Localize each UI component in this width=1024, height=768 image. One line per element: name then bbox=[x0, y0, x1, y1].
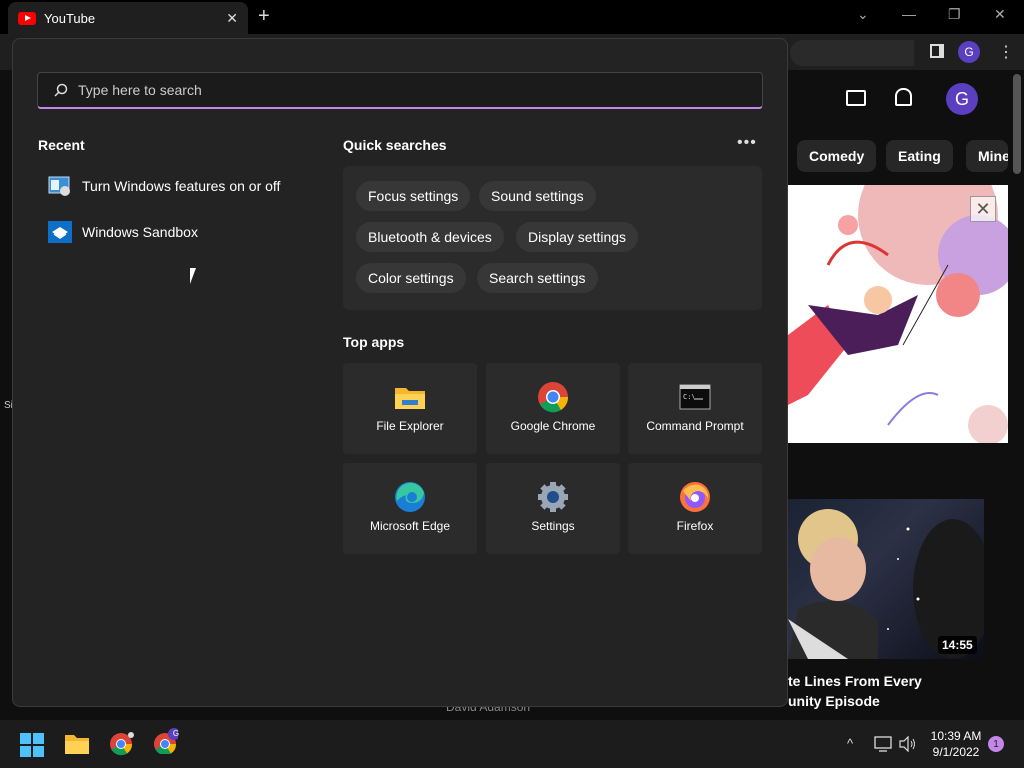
page-scrollbar[interactable] bbox=[1013, 74, 1021, 174]
thumbnail-scene bbox=[788, 509, 984, 659]
notifications-bell-icon[interactable] bbox=[895, 88, 912, 106]
address-bar[interactable] bbox=[790, 40, 914, 66]
start-search-box[interactable] bbox=[37, 72, 763, 109]
app-label: Google Chrome bbox=[510, 419, 596, 433]
top-apps-title: Top apps bbox=[343, 334, 405, 350]
tab-title: YouTube bbox=[44, 10, 96, 26]
folder-icon bbox=[395, 388, 425, 409]
app-microsoft-edge[interactable]: Microsoft Edge bbox=[343, 463, 477, 554]
notification-badge[interactable]: 1 bbox=[988, 736, 1004, 752]
quick-search-color[interactable]: Color settings bbox=[356, 263, 466, 293]
app-google-chrome[interactable]: Google Chrome bbox=[486, 363, 620, 454]
taskbar-time: 10:39 AM bbox=[930, 729, 982, 743]
recent-item-label: Windows Sandbox bbox=[82, 224, 198, 240]
create-video-icon[interactable] bbox=[846, 90, 866, 106]
ad-close-button[interactable]: ✕ bbox=[970, 196, 996, 222]
video-title-line-1: te Lines From Every bbox=[788, 673, 922, 689]
taskbar-date: 9/1/2022 bbox=[932, 745, 980, 759]
balloon-illustration bbox=[788, 185, 1008, 443]
quick-search-bluetooth[interactable]: Bluetooth & devices bbox=[356, 222, 504, 252]
show-hidden-icons-chevron[interactable]: ^ bbox=[847, 736, 853, 751]
chrome-icon bbox=[538, 382, 569, 413]
app-settings[interactable]: Settings bbox=[486, 463, 620, 554]
taskbar-file-explorer-icon[interactable] bbox=[64, 732, 90, 758]
app-file-explorer[interactable]: File Explorer bbox=[343, 363, 477, 454]
app-firefox[interactable]: Firefox bbox=[628, 463, 762, 554]
restore-button[interactable]: ❐ bbox=[948, 6, 961, 23]
recent-title: Recent bbox=[38, 137, 85, 153]
youtube-logo-icon bbox=[18, 11, 36, 25]
more-options-icon[interactable]: ••• bbox=[737, 134, 757, 152]
quick-searches-title: Quick searches bbox=[343, 137, 447, 153]
browser-profile-avatar[interactable]: G bbox=[958, 41, 980, 63]
taskbar-clock[interactable]: 10:39 AM 9/1/2022 bbox=[928, 728, 984, 760]
app-label: Microsoft Edge bbox=[369, 519, 451, 533]
youtube-avatar[interactable]: G bbox=[946, 83, 978, 115]
windows-features-icon bbox=[48, 175, 72, 197]
app-label: Command Prompt bbox=[646, 419, 744, 433]
edge-icon bbox=[395, 482, 425, 512]
search-input[interactable] bbox=[78, 82, 678, 98]
quick-search-search[interactable]: Search settings bbox=[477, 263, 598, 293]
terminal-icon: C:\ bbox=[679, 384, 711, 410]
side-panel-icon[interactable] bbox=[930, 44, 944, 58]
tab-close-icon[interactable]: ✕ bbox=[226, 10, 238, 27]
tab-youtube[interactable]: YouTube ✕ bbox=[8, 2, 248, 34]
app-command-prompt[interactable]: C:\ Command Prompt bbox=[628, 363, 762, 454]
chip-comedy[interactable]: Comedy bbox=[797, 140, 877, 172]
svg-text:C:\: C:\ bbox=[683, 393, 696, 401]
quick-search-focus[interactable]: Focus settings bbox=[356, 181, 471, 211]
chip-eating[interactable]: Eating bbox=[886, 140, 953, 172]
video-duration: 14:55 bbox=[938, 636, 977, 654]
close-window-button[interactable]: ✕ bbox=[994, 6, 1006, 23]
recent-item-label: Turn Windows features on or off bbox=[82, 178, 281, 194]
app-label: File Explorer bbox=[376, 419, 444, 433]
windows-start-icon[interactable] bbox=[20, 733, 46, 759]
search-icon bbox=[54, 83, 68, 97]
taskbar-profile-badge: G bbox=[172, 729, 180, 738]
quick-search-display[interactable]: Display settings bbox=[516, 222, 639, 252]
ad-illustration[interactable] bbox=[788, 185, 1008, 443]
app-label: Firefox bbox=[676, 519, 714, 533]
tab-search-chevron-icon[interactable]: ⌄ bbox=[857, 6, 869, 23]
taskbar-chrome-icon[interactable] bbox=[108, 730, 134, 756]
chip-mine[interactable]: Mine bbox=[966, 140, 1008, 172]
browser-menu-icon[interactable]: ⋮ bbox=[998, 42, 1014, 62]
network-icon[interactable] bbox=[874, 736, 892, 752]
new-tab-button[interactable]: + bbox=[258, 5, 270, 28]
video-title-line-2: unity Episode bbox=[788, 693, 880, 709]
quick-search-sound[interactable]: Sound settings bbox=[479, 181, 596, 211]
video-thumbnail[interactable] bbox=[788, 499, 984, 659]
gear-icon bbox=[538, 482, 568, 512]
mouse-cursor bbox=[190, 268, 202, 284]
app-label: Settings bbox=[531, 519, 575, 533]
minimize-button[interactable]: — bbox=[902, 6, 916, 22]
firefox-icon bbox=[680, 482, 710, 512]
recent-item-windows-sandbox[interactable]: Windows Sandbox bbox=[38, 212, 308, 252]
video-title[interactable]: te Lines From Every unity Episode bbox=[788, 671, 1018, 711]
recent-item-windows-features[interactable]: Turn Windows features on or off bbox=[38, 166, 308, 206]
volume-icon[interactable] bbox=[899, 736, 917, 752]
windows-sandbox-icon bbox=[48, 221, 72, 243]
